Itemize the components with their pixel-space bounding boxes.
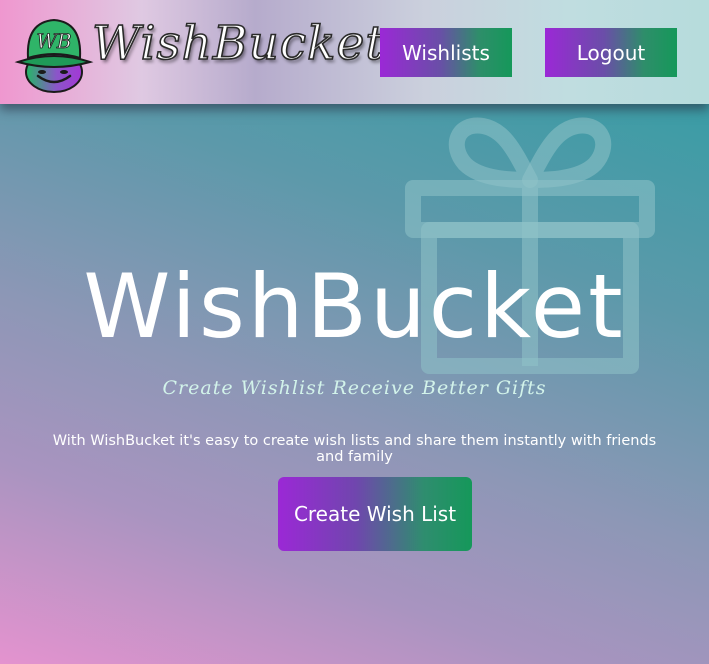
logout-button[interactable]: Logout (545, 28, 677, 77)
bucket-hat-logo-icon[interactable]: WB (14, 14, 94, 94)
wishlists-button[interactable]: Wishlists (380, 28, 512, 77)
hero-title: WishBucket (83, 255, 626, 358)
create-wish-list-button[interactable]: Create Wish List (278, 477, 472, 551)
brand-logo-text[interactable]: WishBucket (91, 15, 385, 72)
logo-monogram: WB (36, 29, 71, 53)
hero-tagline: Create Wishlist Receive Better Gifts (162, 377, 547, 399)
site-header: WB WishBucket Wishlists Logout (0, 0, 709, 104)
hero-description: With WishBucket it's easy to create wish… (52, 433, 657, 465)
